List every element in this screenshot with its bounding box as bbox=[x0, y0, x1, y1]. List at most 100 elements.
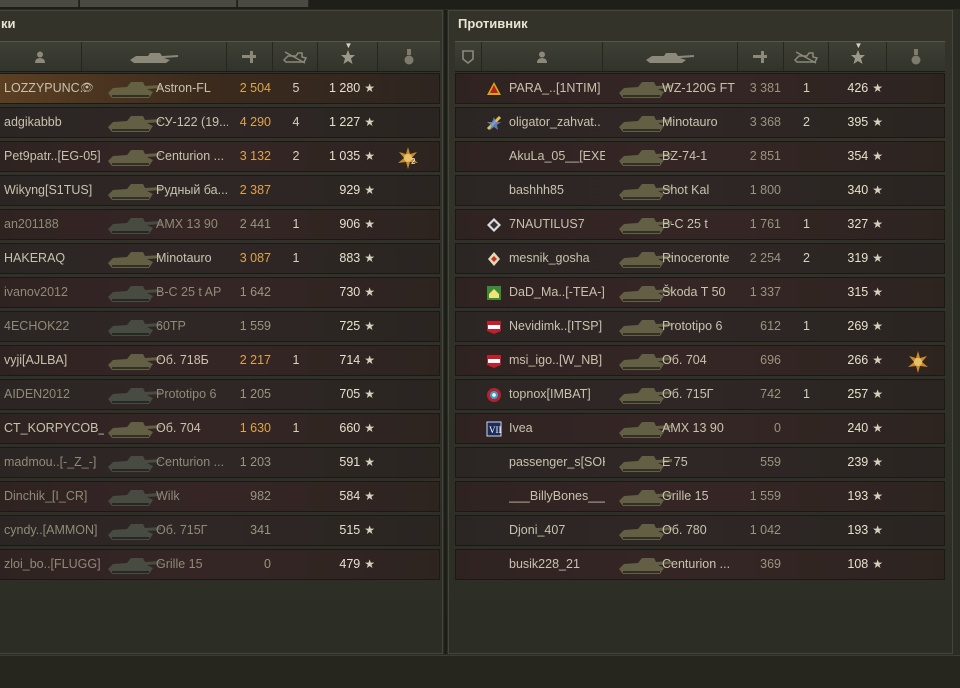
allied-team-title: ки bbox=[1, 16, 16, 31]
xp-value: 591 ★ bbox=[319, 448, 375, 477]
xp-number: 239 bbox=[847, 455, 869, 469]
tank-icon bbox=[105, 450, 163, 475]
header-xp[interactable]: ▼ bbox=[318, 41, 378, 71]
tank-icon bbox=[105, 178, 163, 203]
xp-number: 193 bbox=[847, 489, 869, 503]
kills-value: 2 bbox=[803, 251, 810, 265]
vehicle-name: AMX 13 90 bbox=[662, 421, 724, 435]
star-icon: ★ bbox=[364, 353, 375, 367]
star-icon: ★ bbox=[364, 523, 375, 537]
table-row[interactable]: DaD_Ma..[-TEA-] Škoda T 50 1 337 315 ★ bbox=[455, 277, 945, 308]
table-row[interactable]: madmou..[-_Z_-] Centurion ... 1 203 591 ★ bbox=[0, 447, 440, 478]
table-row[interactable]: vyji[AJLBA] Об. 718Б 2 217 1 714 ★ bbox=[0, 345, 440, 376]
table-row[interactable]: 7NAUTILUS7 B-C 25 t 1 761 1 327 ★ bbox=[455, 209, 945, 240]
table-row[interactable]: Wikyng[S1TUS] Рудный ба... 2 387 929 ★ bbox=[0, 175, 440, 206]
table-row[interactable]: HAKERAQ Minotauro 3 087 1 883 ★ bbox=[0, 243, 440, 274]
star-icon: ★ bbox=[364, 115, 375, 129]
header-kills[interactable] bbox=[784, 42, 829, 71]
tab-1[interactable] bbox=[0, 0, 79, 7]
table-row[interactable]: Pet9patr..[EG-05] Centurion ... 3 132 2 1 03… bbox=[0, 141, 440, 172]
table-row[interactable]: Nevidimk..[ITSP] Prototipo 6 612 1 269 ★ bbox=[455, 311, 945, 342]
header-medal[interactable] bbox=[887, 42, 945, 71]
xp-number: 240 bbox=[847, 421, 869, 435]
tab-2[interactable] bbox=[80, 0, 237, 7]
player-name: busik228_21 bbox=[509, 557, 580, 571]
xp-number: 705 bbox=[339, 387, 361, 401]
kills-value: 2 bbox=[292, 149, 300, 163]
platoon-icon bbox=[462, 49, 474, 64]
xp-number: 257 bbox=[847, 387, 869, 401]
table-row[interactable]: busik228_21 Centurion ... 369 108 ★ bbox=[455, 549, 945, 580]
table-row[interactable]: Djoni_407 Об. 780 1 042 193 ★ bbox=[455, 515, 945, 546]
table-row[interactable]: Dinchik_[I_CR] Wilk 982 584 ★ bbox=[0, 481, 440, 512]
header-vehicle[interactable] bbox=[603, 42, 738, 71]
table-row[interactable]: ___BillyBones___ Grille 15 1 559 193 ★ bbox=[455, 481, 945, 512]
xp-value: 426 ★ bbox=[830, 74, 883, 103]
kills-value: 1 bbox=[292, 421, 300, 435]
table-row[interactable]: CT_KORPYCOB_... Об. 704 1 630 1 660★ bbox=[0, 413, 440, 444]
damage-value: 2 254 bbox=[749, 251, 781, 265]
star-icon: ★ bbox=[364, 183, 375, 197]
header-platoon[interactable] bbox=[455, 42, 482, 71]
table-row[interactable]: AIDEN2012 Prototipo 6 1 205 705 ★ bbox=[0, 379, 440, 410]
xp-number: 340 bbox=[847, 183, 869, 197]
medal-icon[interactable] bbox=[906, 350, 928, 373]
tab-3[interactable] bbox=[238, 0, 309, 7]
table-row[interactable]: adgikabbb СУ-122 (19... 4 290 4 1 227 ★ bbox=[0, 107, 440, 138]
xp-value: 883 ★ bbox=[319, 244, 375, 273]
damage-value: 2 851 bbox=[749, 149, 781, 163]
kills-value: 1 bbox=[292, 251, 300, 265]
table-row[interactable]: PARA_..[1NTIM] WZ-120G FT 3 381 1 426 ★ bbox=[455, 73, 945, 104]
table-row[interactable]: cyndy..[AMMON] Об. 715Г 341 515 ★ bbox=[0, 515, 440, 546]
header-vehicle[interactable] bbox=[82, 42, 227, 71]
star-icon: ★ bbox=[872, 285, 883, 299]
header-player[interactable] bbox=[482, 42, 603, 71]
damage-value: 1 203 bbox=[239, 455, 271, 469]
enemy-team-panel: Противник ▼ PARA_..[1NTIM] WZ-120G FT 3 38… bbox=[448, 10, 953, 654]
table-row[interactable]: 4ECHOK22 60TP 1 559 725 ★ bbox=[0, 311, 440, 342]
xp-number: 269 bbox=[847, 319, 869, 333]
tank-icon bbox=[105, 484, 163, 509]
damage-value: 3 132 bbox=[239, 149, 271, 163]
table-row[interactable]: mesnik_gosha Rinoceronte 2 254 2 319 ★ bbox=[455, 243, 945, 274]
vehicle-name: СУ-122 (19... bbox=[156, 115, 228, 129]
table-row[interactable]: zloi_bo..[FLUGG] Grille 15 0 479 ★ bbox=[0, 549, 440, 580]
header-medal[interactable] bbox=[378, 42, 440, 71]
table-row[interactable]: topnox[IMBAT] Об. 715Г 742 1 257 ★ bbox=[455, 379, 945, 410]
xp-value: 193 ★ bbox=[830, 482, 883, 511]
vehicle-name: Об. 704 bbox=[662, 353, 707, 367]
header-damage[interactable] bbox=[227, 42, 273, 71]
player-name: 4ECHOK22 bbox=[4, 319, 70, 333]
player-name: bashhh85 bbox=[509, 183, 564, 197]
header-damage[interactable] bbox=[738, 42, 784, 71]
table-row[interactable]: LOZZYPUNC.. 👁 Astron-FL 2 504 5 1 280 ★ bbox=[0, 73, 440, 104]
allied-team-panel: ки ▼ LOZZYPUNC.. 👁 Astron-FL 2 504 5 1 280 ★ ad… bbox=[0, 10, 443, 654]
medal-count: 2 bbox=[411, 157, 416, 166]
header-kills[interactable] bbox=[273, 42, 318, 71]
medal-icon[interactable]: 2 bbox=[396, 146, 418, 169]
vehicle-name: B-C 25 t bbox=[662, 217, 708, 231]
damage-value: 369 bbox=[760, 557, 781, 571]
damage-value: 0 bbox=[774, 421, 781, 435]
table-row[interactable]: bashhh85 Shot Kal 1 800 340 ★ bbox=[455, 175, 945, 206]
xp-number: 319 bbox=[847, 251, 869, 265]
kills-value: 1 bbox=[292, 353, 300, 367]
table-row[interactable]: oligator_zahvat.. Minotauro 3 368 2 395 ★ bbox=[455, 107, 945, 138]
table-row[interactable]: AkuLa_05__[EXE_T] BZ-74-1 2 851 354★ bbox=[455, 141, 945, 172]
xp-number: 426 bbox=[847, 81, 869, 95]
star-icon: ★ bbox=[364, 319, 375, 333]
svg-text:VIII: VIII bbox=[489, 425, 502, 435]
kills-value bbox=[785, 414, 828, 443]
table-row[interactable]: passenger_s[SOKOl] E 75 559 239★ bbox=[455, 447, 945, 478]
table-row[interactable]: msi_igo..[W_NB] Об. 704 696 266 ★ bbox=[455, 345, 945, 376]
damage-value: 2 441 bbox=[239, 217, 271, 231]
table-row[interactable]: VIII Ivea AMX 13 90 0 240★ bbox=[455, 413, 945, 444]
damage-value: 0 bbox=[264, 557, 271, 571]
xp-value: 515 ★ bbox=[319, 516, 375, 545]
player-icon bbox=[35, 51, 45, 63]
xp-number: 730 bbox=[339, 285, 361, 299]
header-player[interactable] bbox=[0, 42, 82, 71]
header-xp[interactable]: ▼ bbox=[829, 41, 887, 71]
table-row[interactable]: an201188 AMX 13 90 2 441 1 906 ★ bbox=[0, 209, 440, 240]
table-row[interactable]: ivanov2012 B-C 25 t AP 1 642 730 ★ bbox=[0, 277, 440, 308]
